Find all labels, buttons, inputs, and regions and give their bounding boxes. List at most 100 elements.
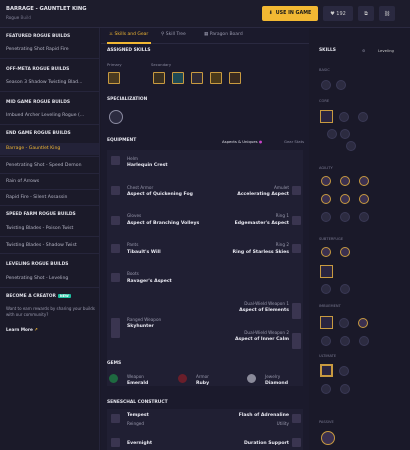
sidebar-item[interactable]: Penetrating Shot - Leveling [6, 276, 68, 281]
skill-category: CORE [319, 99, 330, 103]
rank-node[interactable] [320, 265, 333, 278]
sidebar-item[interactable]: Rain of Arrows [6, 179, 39, 184]
creator-heading: BECOME A CREATOR NEW [6, 294, 71, 299]
skill-node[interactable] [321, 247, 331, 257]
ultimate-node[interactable] [320, 364, 333, 377]
skill-node[interactable] [340, 384, 350, 394]
passive-node[interactable] [321, 431, 335, 445]
share-button[interactable]: ⛓ [379, 6, 395, 21]
like-button[interactable]: ♥ 192 [323, 6, 353, 21]
skill-node[interactable] [340, 247, 350, 257]
sidebar-heading: MID GAME ROGUE BUILDS [6, 100, 71, 105]
skill-node[interactable] [340, 284, 350, 294]
skill-node[interactable] [340, 194, 350, 204]
skills-panel-title: SKILLS [319, 48, 336, 53]
skill-node[interactable] [321, 336, 331, 346]
learn-more-link[interactable]: Learn More ↗ [6, 327, 38, 332]
skill-node[interactable] [339, 112, 349, 122]
skill-node[interactable] [321, 384, 331, 394]
stone-name[interactable]: Flash of Adrenaline [191, 413, 289, 418]
slot-label: Jewelry [265, 374, 281, 379]
item-name[interactable]: Tibault's Will [127, 250, 161, 255]
item-name[interactable]: Aspect of Elements [191, 308, 289, 313]
skill-node[interactable] [340, 176, 350, 186]
skill-node[interactable] [358, 112, 368, 122]
skill-node[interactable] [321, 176, 331, 186]
item-name[interactable]: Skyhunter [127, 324, 154, 329]
skill-node[interactable] [359, 194, 369, 204]
sidebar-item[interactable]: Season 3 Shadow Twisting Blad... [6, 80, 82, 85]
gem-name[interactable]: Diamond [265, 381, 288, 386]
skill-node[interactable] [339, 366, 349, 376]
sidebar-item[interactable]: Penetrating Shot - Speed Demon [6, 163, 81, 168]
sidebar-item[interactable]: Imbued Archer Leveling Rogue (... [6, 113, 84, 118]
skill-node[interactable] [340, 129, 350, 139]
gem-name[interactable]: Emerald [127, 381, 148, 386]
skill-node[interactable] [340, 336, 350, 346]
sidebar-item-active[interactable]: Barrage - Gauntlet King [6, 146, 60, 151]
gear-stats-toggle[interactable]: Gear Stats [284, 139, 304, 144]
skill-node[interactable] [321, 284, 331, 294]
equipment-title: EQUIPMENT [107, 138, 137, 143]
item-name[interactable]: Ring of Starless Skies [191, 250, 289, 255]
skill-node[interactable] [339, 318, 349, 328]
item-name[interactable]: Harlequin Crest [127, 163, 168, 168]
skill-node[interactable] [359, 176, 369, 186]
stone-name[interactable]: Evernight [127, 441, 152, 446]
tab-bar: ⚔ Skills and Gear ⚲ Skill Tree ▦ Paragon… [101, 28, 309, 44]
download-icon: ⬇ [268, 11, 273, 16]
item-name[interactable]: Accelerating Aspect [191, 192, 289, 197]
aspects-uniques-toggle[interactable]: Aspects & Uniques ● [222, 139, 262, 144]
tab-skills-gear[interactable]: ⚔ Skills and Gear [109, 32, 148, 37]
sidebar-item[interactable]: Penetrating Shot Rapid Fire [6, 47, 69, 52]
stone-type: Reinged [127, 421, 145, 426]
secondary-label: Secondary [151, 62, 172, 67]
skill-slot[interactable] [172, 72, 184, 84]
tab-paragon-board[interactable]: ▦ Paragon Board [204, 32, 243, 37]
skill-node[interactable] [346, 141, 356, 151]
item-name[interactable]: Ravager's Aspect [127, 279, 172, 284]
skill-node[interactable] [359, 336, 369, 346]
skill-slot[interactable] [108, 72, 120, 84]
stone-name[interactable]: Tempest [127, 413, 149, 418]
skill-slot[interactable] [153, 72, 165, 84]
skill-node[interactable] [321, 212, 331, 222]
skill-slot[interactable] [210, 72, 222, 84]
slot-label: Amulet [274, 185, 289, 190]
slot-label: Pants [127, 242, 139, 247]
gems-title: GEMS [107, 361, 122, 366]
rank-node[interactable] [320, 316, 333, 329]
skill-node[interactable] [359, 212, 369, 222]
sidebar-item[interactable]: Twisting Blades - Poison Twist [6, 226, 73, 231]
skill-slot[interactable] [229, 72, 241, 84]
sidebar-item[interactable]: Rapid Fire - Silent Assassin [6, 195, 67, 200]
helm-icon [111, 156, 120, 165]
ring-icon [292, 244, 301, 253]
specialization-icon[interactable] [109, 110, 123, 124]
tab-skill-tree[interactable]: ⚲ Skill Tree [161, 32, 186, 37]
item-name[interactable]: Aspect of Branching Volleys [127, 221, 199, 226]
item-name[interactable]: Aspect of Inner Calm [191, 337, 289, 342]
boots-icon [111, 273, 120, 282]
item-name[interactable]: Edgemaster's Aspect [191, 221, 289, 226]
skill-node[interactable] [321, 80, 331, 90]
slot-label: Ring 2 [275, 242, 289, 247]
skill-node[interactable] [321, 194, 331, 204]
settings-icon[interactable]: ⚙ [362, 48, 365, 53]
skill-node[interactable] [340, 212, 350, 222]
skill-node[interactable] [327, 129, 337, 139]
skill-node[interactable] [358, 318, 368, 328]
slot-label: Gloves [127, 213, 142, 218]
link-icon: ⛓ [383, 10, 391, 17]
copy-button[interactable]: ⧉ [358, 6, 374, 21]
rank-node[interactable] [320, 110, 333, 123]
use-in-game-button[interactable]: ⬇ USE IN GAME [262, 6, 318, 21]
gem-name[interactable]: Ruby [196, 381, 209, 386]
item-name[interactable]: Aspect of Quickening Fog [127, 192, 193, 197]
stone-name[interactable]: Duration Support [191, 441, 289, 446]
sidebar-item[interactable]: Twisting Blades - Shadow Twist [6, 243, 77, 248]
slot-label: Dual-Wield Weapon 1 [244, 301, 289, 306]
leveling-toggle[interactable]: Leveling [378, 48, 394, 53]
skill-node[interactable] [336, 80, 346, 90]
skill-slot[interactable] [191, 72, 203, 84]
